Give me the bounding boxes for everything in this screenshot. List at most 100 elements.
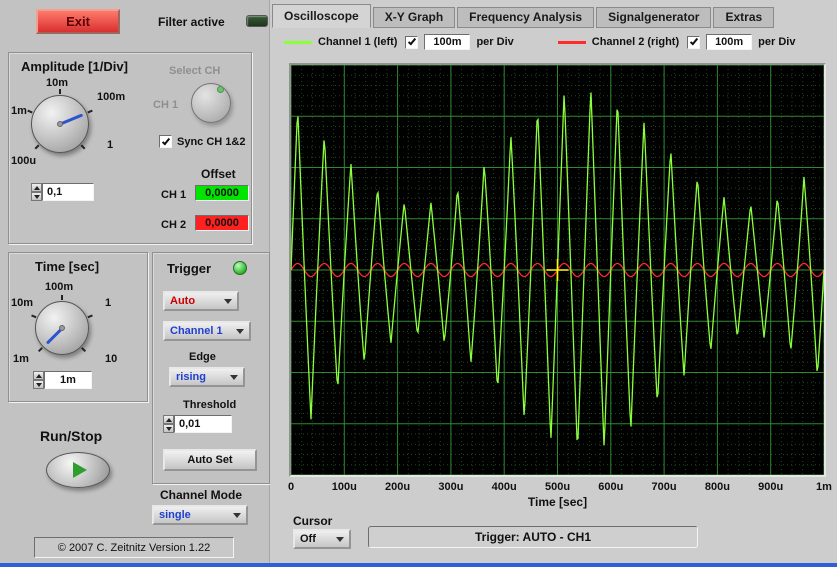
trigger-title: Trigger xyxy=(167,261,212,276)
trigger-group: Trigger Auto Channel 1 Edge rising Thres… xyxy=(152,252,270,484)
channel1-per-div-label: per Div xyxy=(476,36,514,48)
channel1-enable-checkbox[interactable] xyxy=(405,35,419,49)
amplitude-scale-1m: 1m xyxy=(11,105,27,117)
channel-mode-label: Channel Mode xyxy=(160,488,243,502)
copyright-box: © 2007 C. Zeitnitz Version 1.22 xyxy=(34,537,234,558)
channel2-per-div-label: per Div xyxy=(758,36,796,48)
x-tick-label: 1m xyxy=(816,481,832,493)
sync-ch-label: Sync CH 1&2 xyxy=(177,136,246,148)
trigger-threshold-field[interactable]: 0,01 xyxy=(174,415,232,433)
cursor-label: Cursor xyxy=(293,514,333,528)
cursor-dropdown[interactable]: Off xyxy=(293,529,351,549)
play-icon xyxy=(73,462,87,478)
x-axis-label: Time [sec] xyxy=(527,495,588,509)
threshold-decrement-button[interactable] xyxy=(163,424,174,433)
x-tick-label: 300u xyxy=(438,481,464,493)
time-spinner: 1m xyxy=(33,371,92,389)
channel1-legend-label: Channel 1 (left) xyxy=(318,36,398,48)
channel-legend: Channel 1 (left) 100m per Div Channel 2 … xyxy=(284,33,795,51)
trigger-mode-dropdown[interactable]: Auto xyxy=(163,291,239,311)
auto-set-button[interactable]: Auto Set xyxy=(163,449,257,471)
tab-frequency-analysis[interactable]: Frequency Analysis xyxy=(457,7,595,28)
amplitude-spinner: 0,1 xyxy=(31,183,94,201)
chevron-down-icon xyxy=(224,298,232,304)
exit-button[interactable]: Exit xyxy=(36,9,120,34)
trigger-edge-dropdown[interactable]: rising xyxy=(169,367,245,387)
channel-mode-dropdown[interactable]: single xyxy=(152,505,248,525)
select-ch-value-label: CH 1 xyxy=(153,99,179,111)
amplitude-scale-100u: 100u xyxy=(11,155,37,167)
trigger-source-dropdown[interactable]: Channel 1 xyxy=(163,321,251,341)
amplitude-scale-100m: 100m xyxy=(97,91,126,103)
amplitude-knob[interactable] xyxy=(27,89,93,153)
waveform-display xyxy=(291,65,824,475)
time-decrement-button[interactable] xyxy=(33,380,44,389)
chevron-down-icon xyxy=(230,374,238,380)
tab-xy-graph[interactable]: X-Y Graph xyxy=(372,7,456,28)
amplitude-group: Amplitude [1/Div] 10m 100m 1 1m 100u 0,1… xyxy=(8,52,252,244)
chevron-down-icon xyxy=(233,512,241,518)
offset-ch1-label: CH 1 xyxy=(161,189,187,201)
trigger-threshold-spinner: 0,01 xyxy=(163,415,232,433)
amplitude-scale-10m: 10m xyxy=(46,77,69,89)
threshold-increment-button[interactable] xyxy=(163,415,174,424)
time-increment-button[interactable] xyxy=(33,371,44,380)
chevron-down-icon xyxy=(236,328,244,334)
offset-ch2-label: CH 2 xyxy=(161,219,187,231)
channel1-scale-field[interactable]: 100m xyxy=(424,34,471,50)
channel2-scale-field[interactable]: 100m xyxy=(706,34,753,50)
time-scale-100m: 100m xyxy=(45,281,74,293)
offset-ch2-field[interactable]: 0,0000 xyxy=(195,215,249,231)
x-tick-label: 0 xyxy=(287,481,295,493)
channel2-enable-checkbox[interactable] xyxy=(687,35,701,49)
run-stop-button[interactable] xyxy=(46,452,110,488)
time-knob[interactable] xyxy=(31,295,93,355)
offset-ch1-field[interactable]: 0,0000 xyxy=(195,185,249,201)
trigger-status-bar: Trigger: AUTO - CH1 xyxy=(368,526,698,548)
trigger-edge-label: Edge xyxy=(189,351,216,363)
amplitude-increment-button[interactable] xyxy=(31,183,42,192)
amplitude-decrement-button[interactable] xyxy=(31,192,42,201)
trigger-threshold-label: Threshold xyxy=(183,399,237,411)
time-group: Time [sec] 100m 10m 1 1m 10 1m xyxy=(8,252,148,402)
oscilloscope-app-window: Exit Filter active Amplitude [1/Div] 10m… xyxy=(0,0,837,567)
window-bottom-border xyxy=(0,563,837,567)
filter-led-indicator xyxy=(246,15,268,27)
x-tick-label: 100u xyxy=(331,481,357,493)
select-ch-label: Select CH xyxy=(169,65,221,77)
x-tick-label: 900u xyxy=(758,481,784,493)
offset-title: Offset xyxy=(201,167,236,181)
time-scale-10: 10 xyxy=(105,353,118,365)
select-ch-knob xyxy=(191,83,231,123)
x-tick-label: 600u xyxy=(598,481,624,493)
x-tick-label: 800u xyxy=(704,481,730,493)
x-tick-label: 400u xyxy=(491,481,517,493)
amplitude-title: Amplitude [1/Div] xyxy=(21,59,128,74)
oscilloscope-plot[interactable] xyxy=(289,63,826,477)
trigger-led-indicator xyxy=(233,261,247,275)
time-scale-1: 1 xyxy=(105,297,112,309)
select-ch-indicator-dot xyxy=(217,86,224,93)
amplitude-value-field[interactable]: 0,1 xyxy=(42,183,94,201)
x-tick-label: 500u xyxy=(544,481,571,493)
channel2-color-swatch xyxy=(557,40,586,44)
filter-active-label: Filter active xyxy=(158,15,225,29)
time-title: Time [sec] xyxy=(35,259,100,274)
tab-oscilloscope[interactable]: Oscilloscope xyxy=(272,4,371,28)
x-axis-ticks: 0 100u 200u 300u 400u 500u 600u 700u 800u 900u 1m xyxy=(287,481,832,494)
amplitude-scale-1: 1 xyxy=(107,139,114,151)
sync-ch-checkbox[interactable] xyxy=(159,135,172,148)
run-stop-label: Run/Stop xyxy=(40,428,103,444)
tab-bar: Oscilloscope X-Y Graph Frequency Analysi… xyxy=(272,4,776,28)
time-scale-10m: 10m xyxy=(11,297,34,309)
x-tick-label: 700u xyxy=(651,481,677,493)
tab-extras[interactable]: Extras xyxy=(713,7,775,28)
x-tick-label: 200u xyxy=(385,481,411,493)
time-scale-1m: 1m xyxy=(13,353,29,365)
time-value-field[interactable]: 1m xyxy=(44,371,92,389)
control-panel: Exit Filter active Amplitude [1/Div] 10m… xyxy=(0,0,270,567)
channel2-legend-label: Channel 2 (right) xyxy=(591,36,680,48)
tab-signalgenerator[interactable]: Signalgenerator xyxy=(596,7,712,28)
chevron-down-icon xyxy=(336,536,344,542)
channel1-color-swatch xyxy=(284,40,312,44)
